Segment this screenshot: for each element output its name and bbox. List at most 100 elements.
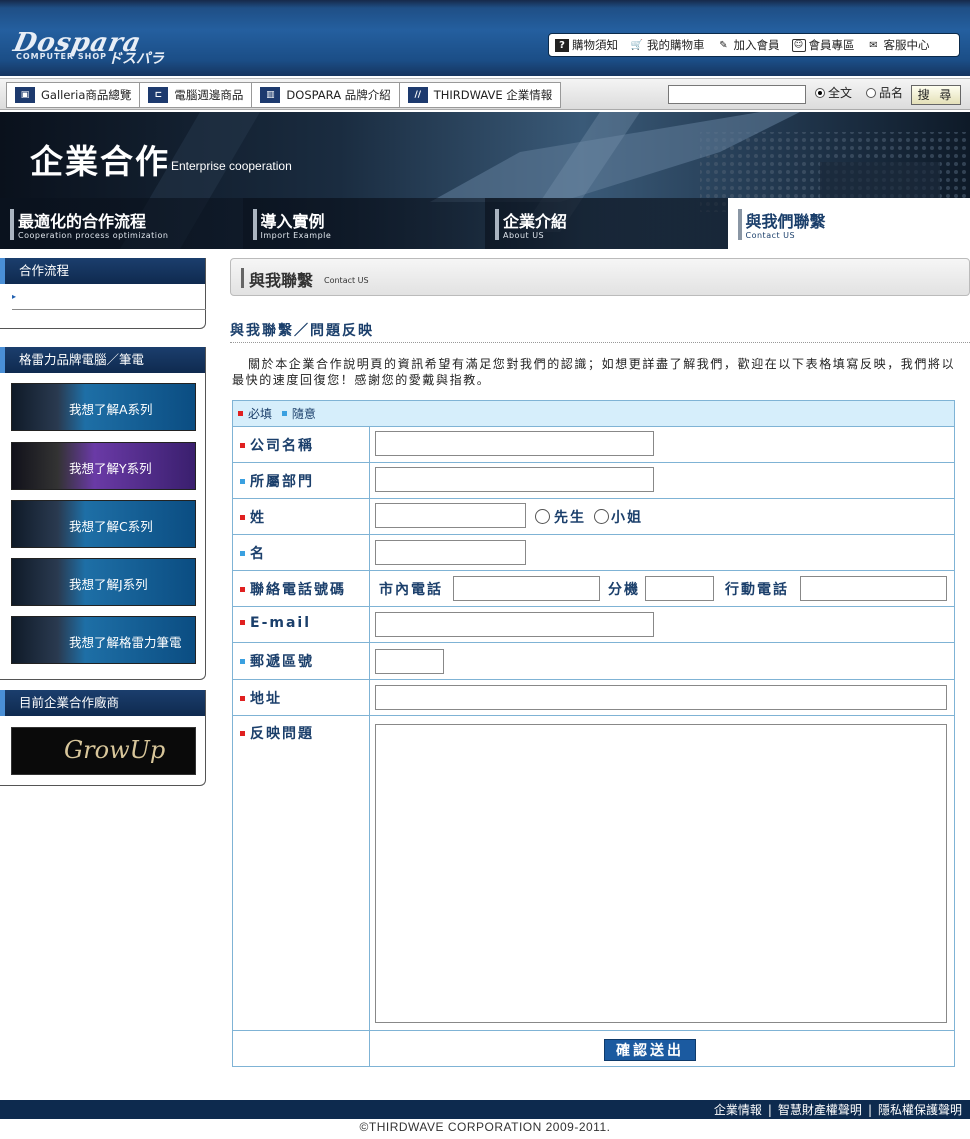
required-marker-icon <box>240 695 245 701</box>
first-name-input[interactable] <box>375 540 526 565</box>
label-text: 聯絡電話號碼 <box>250 582 346 598</box>
brand-banner-label: 我想了解J系列 <box>69 577 148 592</box>
sidebar-flow-box: 合作流程 ▸ <box>0 258 206 329</box>
form-row-email: E-mail <box>233 607 954 643</box>
nav-tab-dospara-brand[interactable]: ▥ DOSPARA 品牌介紹 <box>252 83 400 107</box>
brand-banner-a-series[interactable]: 我想了解A系列 <box>11 383 196 431</box>
radio-mr[interactable] <box>535 509 550 524</box>
form-row-phone: 聯絡電話號碼 市內電話 分機 行動電話 <box>233 571 954 607</box>
address-input[interactable] <box>375 685 947 710</box>
nav-tab-label: 電腦週邊商品 <box>174 88 244 102</box>
ext-label: 分機 <box>608 582 640 598</box>
field-label-company: 公司名稱 <box>240 435 314 455</box>
plug-icon: ⊏ <box>148 87 169 103</box>
brand-banner-y-series[interactable]: 我想了解Y系列 <box>11 442 196 490</box>
label-text: 公司名稱 <box>250 438 314 454</box>
legend-required: 必填 <box>248 407 273 421</box>
label-text: 所屬部門 <box>250 474 314 490</box>
menu-service-center[interactable]: ✉ 客服中心 <box>867 37 929 53</box>
sidebar-brand-box: 格雷力品牌電腦／筆電 我想了解A系列 我想了解Y系列 我想了解C系列 我想了解J… <box>0 347 206 680</box>
tab-title: 與我們聯繫 <box>745 212 826 231</box>
partner-logo[interactable]: GrowUp <box>11 727 196 775</box>
nav-tab-peripherals[interactable]: ⊏ 電腦週邊商品 <box>140 83 253 107</box>
radio-product-name[interactable]: 品名 <box>866 84 903 101</box>
nav-tabs: ▣ Galleria商品總覽 ⊏ 電腦週邊商品 ▥ DOSPARA 品牌介紹 // TH… <box>6 82 562 108</box>
radio-selected-icon <box>815 87 825 98</box>
menu-shopping-guide[interactable]: ? 購物須知 <box>555 37 618 53</box>
required-marker-icon <box>240 514 245 520</box>
optional-marker-icon <box>240 478 245 484</box>
radio-ms-label: 小姐 <box>611 510 643 526</box>
footer-link-ip[interactable]: 智慧財產權聲明 <box>778 1103 862 1117</box>
form-row-first-name: 名 <box>233 535 954 571</box>
submit-button[interactable]: 確認送出 <box>604 1039 696 1061</box>
local-phone-input[interactable] <box>453 576 600 601</box>
copyright: ©THIRDWAVE CORPORATION 2009-2011. <box>359 1120 611 1134</box>
form-row-department: 所屬部門 <box>233 463 954 499</box>
label-text: 姓 <box>250 510 266 526</box>
tab-subtitle: Import Example <box>260 231 332 240</box>
search-button[interactable]: 搜 尋 <box>911 85 961 105</box>
field-label-first-name: 名 <box>240 543 266 563</box>
menu-member-area[interactable]: ☺ 會員專區 <box>791 37 855 53</box>
tab-title: 最適化的合作流程 <box>18 212 147 231</box>
partner-logo-text: GrowUp <box>64 736 166 764</box>
menu-join-member[interactable]: ✎ 加入會員 <box>717 37 779 53</box>
radio-fulltext[interactable]: 全文 <box>815 84 852 101</box>
sidebar-flow-heading: 合作流程 <box>0 258 205 284</box>
label-text: E-mail <box>250 615 312 631</box>
wave-icon: // <box>407 87 428 103</box>
nav-tab-thirdwave[interactable]: // THIRDWAVE 企業情報 <box>400 83 561 107</box>
search-input[interactable] <box>668 85 806 104</box>
menu-label: 我的購物車 <box>647 38 705 52</box>
breadcrumb: 與我聯繫 Contact US <box>230 258 970 296</box>
top-menu: ? 購物須知 🛒 我的購物車 ✎ 加入會員 ☺ 會員專區 ✉ 客服中心 <box>548 33 960 57</box>
footer-link-corporate[interactable]: 企業情報 <box>714 1103 762 1117</box>
radio-unselected-icon <box>866 87 876 98</box>
tab-subtitle: Cooperation process optimization <box>18 231 169 240</box>
footer-link-privacy[interactable]: 隱私權保護聲明 <box>878 1103 962 1117</box>
brand-banner-c-series[interactable]: 我想了解C系列 <box>11 500 196 548</box>
tab-title: 導入實例 <box>260 212 325 231</box>
banner-title: 企業合作 <box>30 142 170 181</box>
tab-contact-us[interactable]: 與我們聯繫 Contact US <box>727 198 970 249</box>
member-icon: ☺ <box>791 38 806 52</box>
email-input[interactable] <box>375 612 654 637</box>
form-row-issue: 反映問題 <box>233 716 954 1031</box>
radio-mr-label: 先生 <box>554 510 586 526</box>
radio-ms[interactable] <box>594 509 609 524</box>
tab-about-us[interactable]: 企業介紹 About US <box>485 198 728 249</box>
brand-banner-j-series[interactable]: 我想了解J系列 <box>11 558 196 606</box>
ext-input[interactable] <box>645 576 714 601</box>
footer-separator: | <box>767 1103 772 1117</box>
zip-input[interactable] <box>375 649 444 674</box>
field-label-zip: 郵遞區號 <box>240 651 314 671</box>
local-phone-label: 市內電話 <box>379 582 443 598</box>
mobile-input[interactable] <box>800 576 947 601</box>
menu-label: 會員專區 <box>808 38 855 52</box>
brand-banner-notebook[interactable]: 我想了解格雷力筆電 <box>11 616 196 664</box>
last-name-input[interactable] <box>375 503 526 528</box>
department-input[interactable] <box>375 467 654 492</box>
tab-subtitle: About US <box>503 231 545 240</box>
field-label-phone: 聯絡電話號碼 <box>240 579 346 599</box>
sidebar-flow-item[interactable]: ▸ <box>12 292 206 310</box>
form-row-zip: 郵遞區號 <box>233 643 954 680</box>
tab-import-example[interactable]: 導入實例 Import Example <box>242 198 485 249</box>
nav-tab-galleria[interactable]: ▣ Galleria商品總覽 <box>7 83 141 107</box>
label-text: 地址 <box>250 691 282 707</box>
required-marker-icon <box>238 411 243 416</box>
question-icon: ? <box>555 38 569 52</box>
tab-cooperation-process[interactable]: 最適化的合作流程 Cooperation process optimization <box>0 198 243 249</box>
menu-my-cart[interactable]: 🛒 我的購物車 <box>630 37 705 53</box>
breadcrumb-title: 與我聯繫 <box>249 271 314 290</box>
tab-title: 企業介紹 <box>503 212 568 231</box>
issue-textarea[interactable] <box>375 724 947 1023</box>
logo-kana: ドスパラ <box>108 51 164 67</box>
dospara-logo[interactable]: Dospara COMPUTER SHOP ドスパラ <box>11 28 184 67</box>
cart-icon: 🛒 <box>630 39 644 51</box>
company-input[interactable] <box>375 431 654 456</box>
nav-tab-label: Galleria商品總覽 <box>41 88 132 102</box>
field-label-email: E-mail <box>240 615 311 631</box>
breadcrumb-bar <box>241 268 244 288</box>
